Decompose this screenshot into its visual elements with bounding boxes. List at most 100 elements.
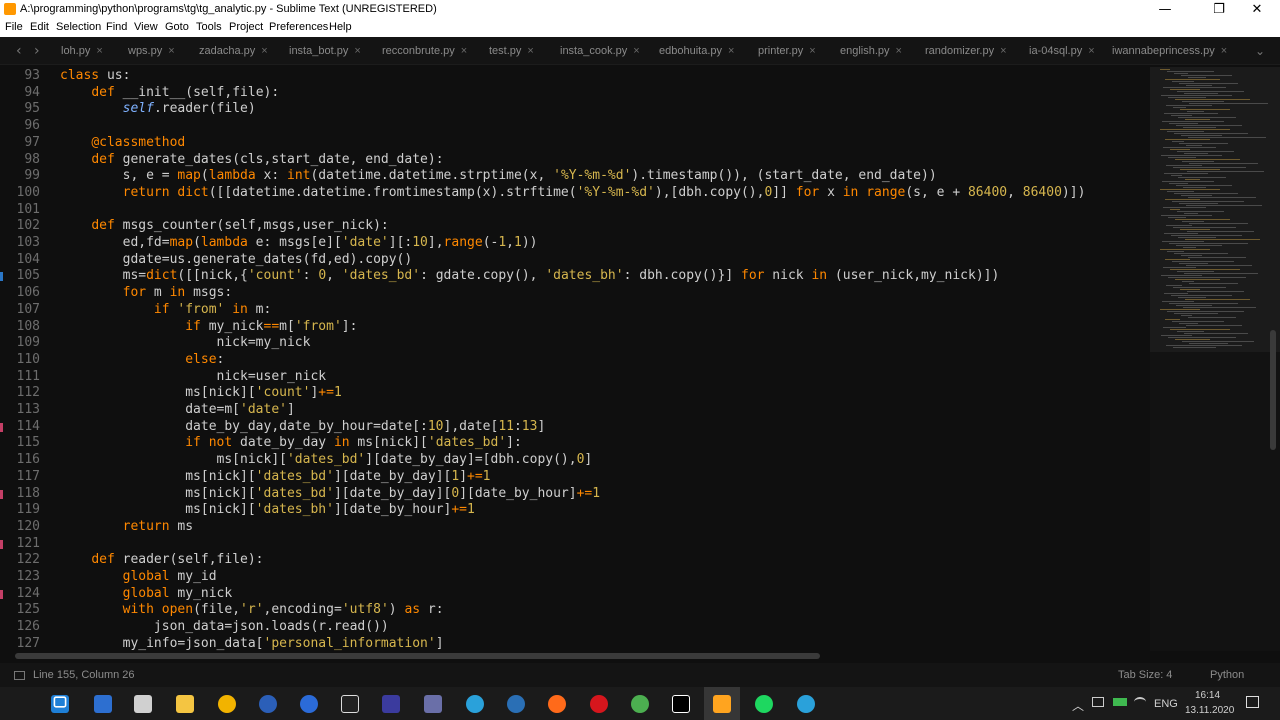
menu-tools[interactable]: Tools — [196, 21, 222, 33]
code-line[interactable]: nick=my_nick — [60, 335, 311, 350]
tab-file[interactable]: insta_cook.py × — [560, 37, 640, 65]
code-line[interactable]: ms[nick]['dates_bd'][date_by_day]=[dbh.c… — [60, 452, 593, 467]
firefox-icon[interactable] — [548, 695, 566, 713]
settings-app-icon[interactable] — [94, 695, 112, 713]
code-line[interactable]: def reader(self,file): — [60, 552, 263, 567]
menu-help[interactable]: Help — [329, 21, 352, 33]
tab-file[interactable]: english.py × — [840, 37, 902, 65]
code-line[interactable]: if my_nick==m['from']: — [60, 319, 357, 334]
terminal-icon[interactable] — [134, 695, 152, 713]
tab-close-icon[interactable]: × — [527, 45, 533, 57]
battery-icon[interactable] — [1113, 698, 1127, 706]
code-line[interactable]: for m in msgs: — [60, 285, 233, 300]
code-line[interactable]: date_by_day,date_by_hour=date[:10],date[… — [60, 419, 545, 434]
clock-time[interactable]: 16:14 — [1195, 690, 1220, 701]
menu-view[interactable]: View — [134, 21, 158, 33]
tab-close-icon[interactable]: × — [809, 45, 815, 57]
warning-app-icon[interactable] — [218, 695, 236, 713]
word-icon[interactable] — [259, 695, 277, 713]
code-line[interactable]: def __init__(self,file): — [60, 85, 279, 100]
code-line[interactable]: ms=dict([[nick,{'count': 0, 'dates_bd': … — [60, 268, 1000, 283]
code-line[interactable]: class us: — [60, 68, 130, 83]
tab-close-icon[interactable]: × — [1000, 45, 1006, 57]
code-line[interactable]: @classmethod — [60, 135, 185, 150]
tab-file[interactable]: randomizer.py × — [925, 37, 1007, 65]
code-line[interactable]: gdate=us.generate_dates(fd,ed).copy() — [60, 252, 413, 267]
menu-goto[interactable]: Goto — [165, 21, 189, 33]
tab-close-icon[interactable]: × — [261, 45, 267, 57]
tab-file[interactable]: printer.py × — [758, 37, 816, 65]
code-line[interactable]: global my_id — [60, 569, 217, 584]
discord-icon[interactable] — [424, 695, 442, 713]
menu-preferences[interactable]: Preferences — [269, 21, 328, 33]
code-line[interactable]: global my_nick — [60, 586, 233, 601]
tab-close-icon[interactable]: × — [354, 45, 360, 57]
menu-edit[interactable]: Edit — [30, 21, 49, 33]
menu-project[interactable]: Project — [229, 21, 263, 33]
code-line[interactable]: with open(file,'r',encoding='utf8') as r… — [60, 602, 444, 617]
code-line[interactable]: ms[nick]['dates_bd'][date_by_day][1]+=1 — [60, 469, 490, 484]
tab-file[interactable]: recconbrute.py × — [382, 37, 467, 65]
tab-close-icon[interactable]: × — [728, 45, 734, 57]
language-indicator[interactable]: ENG — [1154, 698, 1178, 710]
tab-file[interactable]: edbohuita.py × — [659, 37, 734, 65]
tab-size-selector[interactable]: Tab Size: 4 — [1118, 669, 1172, 681]
code-line[interactable]: date=m['date'] — [60, 402, 295, 417]
code-line[interactable]: def generate_dates(cls,start_date, end_d… — [60, 152, 443, 167]
code-line[interactable]: ed,fd=map(lambda e: msgs[e]['date'][:10]… — [60, 235, 538, 250]
tab-file[interactable]: test.py × — [489, 37, 534, 65]
tab-close-icon[interactable]: × — [1088, 45, 1094, 57]
menu-selection[interactable]: Selection — [56, 21, 101, 33]
code-line[interactable]: else: — [60, 352, 224, 367]
spotify-icon[interactable] — [755, 695, 773, 713]
volume-icon[interactable] — [1092, 697, 1104, 707]
code-line[interactable]: s, e = map(lambda x: int(datetime.dateti… — [60, 168, 937, 183]
vpn-app-icon[interactable] — [507, 695, 525, 713]
tab-file[interactable]: ia-04sql.py × — [1029, 37, 1095, 65]
tab-close-icon[interactable]: × — [461, 45, 467, 57]
menu-find[interactable]: Find — [106, 21, 127, 33]
notifications-icon[interactable] — [1246, 696, 1259, 708]
code-line[interactable]: if 'from' in m: — [60, 302, 271, 317]
code-line[interactable]: ms[nick]['dates_bd'][date_by_day][0][dat… — [60, 486, 600, 501]
code-line[interactable]: json_data=json.loads(r.read()) — [60, 619, 389, 634]
code-line[interactable]: my_info=json_data['personal_information'… — [60, 636, 444, 651]
tab-file[interactable]: wps.py × — [128, 37, 175, 65]
telegram-desktop-icon[interactable] — [797, 695, 815, 713]
tab-list-dropdown-icon[interactable]: ⌄ — [1255, 37, 1265, 65]
tab-file[interactable]: loh.py × — [61, 37, 103, 65]
tab-close-icon[interactable]: × — [633, 45, 639, 57]
minimize-button[interactable]: — — [1142, 0, 1188, 19]
task-view-icon[interactable] — [53, 696, 67, 708]
telegram-icon[interactable] — [466, 695, 484, 713]
tab-file[interactable]: insta_bot.py × — [289, 37, 361, 65]
tab-file[interactable]: iwannabeprincess.py × — [1112, 37, 1227, 65]
code-line[interactable]: ms[nick]['count']+=1 — [60, 385, 342, 400]
code-line[interactable]: ms[nick]['dates_bh'][date_by_hour]+=1 — [60, 502, 475, 517]
close-button[interactable]: ✕ — [1234, 0, 1280, 19]
code-line[interactable]: return ms — [60, 519, 193, 534]
tab-close-icon[interactable]: × — [168, 45, 174, 57]
menu-file[interactable]: File — [5, 21, 23, 33]
file-explorer-icon[interactable] — [176, 695, 194, 713]
tab-close-icon[interactable]: × — [96, 45, 102, 57]
syntax-selector[interactable]: Python — [1210, 669, 1244, 681]
code-line[interactable]: def msgs_counter(self,msgs,user_nick): — [60, 218, 388, 233]
opera-icon[interactable] — [590, 695, 608, 713]
minimap[interactable] — [1150, 67, 1280, 651]
tab-file[interactable]: zadacha.py × — [199, 37, 268, 65]
tab-close-icon[interactable]: × — [896, 45, 902, 57]
clock-date[interactable]: 13.11.2020 — [1185, 705, 1234, 716]
tab-close-icon[interactable]: × — [1221, 45, 1227, 57]
wifi-icon[interactable] — [1134, 697, 1146, 707]
code-line[interactable]: return dict([[datetime.datetime.fromtime… — [60, 185, 1086, 200]
edge-browser-icon[interactable] — [300, 695, 318, 713]
code-line[interactable]: nick=user_nick — [60, 369, 327, 384]
pycharm-icon[interactable] — [341, 695, 359, 713]
tab-prev-arrow-icon[interactable]: ‹ — [16, 37, 22, 65]
chrome-icon[interactable] — [631, 695, 649, 713]
code-line[interactable]: if not date_by_day in ms[nick]['dates_bd… — [60, 435, 522, 450]
panel-toggle-icon[interactable] — [14, 671, 25, 680]
intellij-icon[interactable] — [672, 695, 690, 713]
tab-next-arrow-icon[interactable]: › — [34, 37, 40, 65]
